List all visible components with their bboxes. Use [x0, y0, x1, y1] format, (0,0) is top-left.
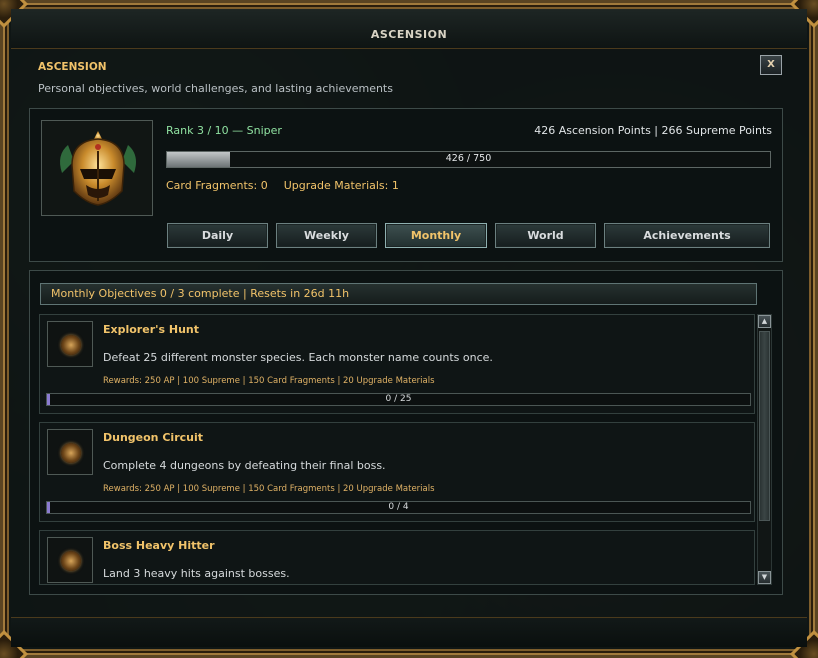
card-fragments-count: Card Fragments: 0: [166, 179, 268, 192]
scroll-thumb[interactable]: [759, 331, 770, 521]
objective-rewards: Rewards: 250 AP | 100 Supreme | 150 Card…: [103, 376, 435, 386]
rank-progress-bar: 426 / 750: [166, 151, 771, 168]
objective-progress-label: 0 / 25: [385, 394, 412, 404]
objective-card[interactable]: Explorer's Hunt Defeat 25 different mons…: [39, 314, 755, 414]
materials-summary: Card Fragments: 0 Upgrade Materials: 1: [166, 179, 399, 192]
objectives-header: Monthly Objectives 0 / 3 complete | Rese…: [40, 283, 757, 305]
scroll-down-icon[interactable]: ▼: [758, 571, 771, 584]
objective-progress-label: 0 / 4: [388, 502, 409, 512]
objective-card[interactable]: Dungeon Circuit Complete 4 dungeons by d…: [39, 422, 755, 522]
objective-title: Boss Heavy Hitter: [103, 539, 215, 552]
objective-progress-bar: 0 / 25: [46, 393, 751, 406]
rank-label: Rank 3 / 10 — Sniper: [166, 124, 282, 137]
objective-title: Explorer's Hunt: [103, 323, 199, 336]
objective-card[interactable]: Boss Heavy Hitter Land 3 heavy hits agai…: [39, 530, 755, 585]
objective-title: Dungeon Circuit: [103, 431, 203, 444]
window-footer: [11, 617, 807, 647]
objective-description: Complete 4 dungeons by defeating their f…: [103, 459, 386, 472]
rank-emblem: [41, 120, 153, 216]
objective-icon: [47, 537, 93, 583]
bronze-orb-icon: [61, 335, 81, 355]
bronze-orb-icon: [61, 443, 81, 463]
window-title: ASCENSION: [370, 28, 448, 41]
upgrade-materials-count: Upgrade Materials: 1: [283, 179, 399, 192]
tab-daily[interactable]: Daily: [167, 223, 268, 248]
tab-achievements[interactable]: Achievements: [604, 223, 770, 248]
bronze-orb-icon: [61, 551, 81, 571]
window-titlebar[interactable]: ASCENSION: [11, 9, 807, 49]
close-button[interactable]: X: [760, 55, 782, 75]
objective-description: Land 3 heavy hits against bosses.: [103, 567, 290, 580]
golden-helmet-emblem-icon: [60, 131, 136, 206]
objective-rewards: Rewards: 250 AP | 100 Supreme | 150 Card…: [103, 484, 435, 494]
tab-weekly[interactable]: Weekly: [276, 223, 377, 248]
rank-progress-label: 426 / 750: [445, 153, 492, 164]
objective-icon: [47, 429, 93, 475]
objective-icon: [47, 321, 93, 367]
points-summary: 426 Ascension Points | 266 Supreme Point…: [534, 124, 772, 137]
tab-world[interactable]: World: [495, 223, 596, 248]
objectives-scrollbar[interactable]: ▲ ▼: [757, 314, 772, 585]
scroll-up-icon[interactable]: ▲: [758, 315, 771, 328]
tab-monthly[interactable]: Monthly: [385, 223, 487, 248]
objective-description: Defeat 25 different monster species. Eac…: [103, 351, 493, 364]
page-title: ASCENSION: [38, 61, 107, 73]
page-subtitle: Personal objectives, world challenges, a…: [38, 82, 393, 95]
objective-progress-bar: 0 / 4: [46, 501, 751, 514]
